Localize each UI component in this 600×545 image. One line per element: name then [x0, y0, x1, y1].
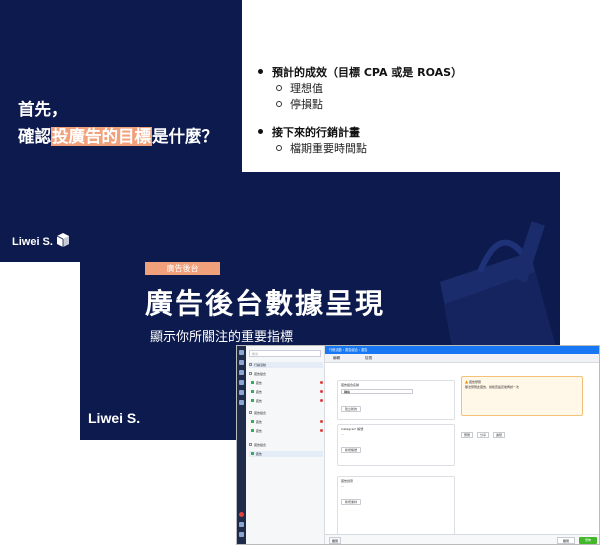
tree-row[interactable]: 行銷活動 [249, 362, 323, 368]
section-tag: 廣告後台 [145, 262, 220, 275]
cube-logo-icon [56, 233, 69, 247]
title-line-2: 確認投廣告的目標是什麼？ [18, 123, 218, 150]
tree-row[interactable]: 廣告組合 [249, 442, 323, 448]
campaign-tree-panel: 搜尋 行銷活動 廣告組合 廣告 廣告 廣告 廣告組合 廣告 廣告 廣告組合 廣告 [246, 346, 325, 544]
tree-search-input[interactable]: 搜尋 [249, 350, 321, 357]
slide-dashboard-subtitle: 顯示你所關注的重要指標 [150, 330, 294, 345]
preview-column: ▲ 廣告預覽 無法預覽此廣告，請檢查設定後再試一次 預覽 分享 進階 [461, 366, 599, 438]
warning-dot-icon [320, 390, 323, 393]
bullet-dot-icon [258, 69, 263, 74]
tree-row[interactable]: 廣告 [249, 389, 323, 395]
circle-bullet-icon [276, 101, 282, 107]
creative-card: 廣告創意 — 新增素材 [337, 476, 455, 540]
list-icon[interactable] [239, 400, 244, 405]
bullet-1: 預計的成效（目標 CPA 或是 ROAS） [258, 64, 462, 80]
menu-icon[interactable] [239, 350, 244, 355]
close-button[interactable]: 關閉 [557, 537, 575, 544]
warning-dot-icon [320, 399, 323, 402]
circle-bullet-icon [276, 85, 282, 91]
tree-row[interactable]: 廣告 [249, 398, 323, 404]
objective-select[interactable]: 轉換 [341, 388, 413, 394]
help-icon[interactable] [239, 532, 244, 537]
instagram-card: Instagram 帳號 — 新增帳號 [337, 424, 455, 466]
left-icon-rail [237, 346, 246, 544]
bottom-left-button[interactable]: 關閉 [329, 537, 341, 544]
home-icon[interactable] [239, 360, 244, 365]
status-dot-icon [250, 429, 254, 432]
ads-manager-screenshot: 搜尋 行銷活動 廣告組合 廣告 廣告 廣告 廣告組合 廣告 廣告 廣告組合 廣告… [236, 345, 600, 545]
preview-warning: ▲ 廣告預覽 無法預覽此廣告，請檢查設定後再試一次 [461, 376, 583, 416]
sub-bullet: 停損點 [276, 96, 323, 112]
sub-bullet: 理想值 [276, 80, 323, 96]
create-new-button[interactable]: 建立新的 [341, 405, 362, 412]
preview-button[interactable]: 預覽 [461, 432, 474, 438]
title-highlight: 投廣告的目標 [51, 127, 152, 146]
title-post: 是什麼？ [152, 127, 218, 146]
megaphone-icon[interactable] [239, 380, 244, 385]
notification-icon[interactable] [239, 512, 244, 517]
tab-edit[interactable]: 編輯 [333, 356, 340, 361]
status-dot-icon [250, 399, 254, 402]
advanced-button[interactable]: 進階 [492, 432, 505, 438]
brand-logo-text: Liwei S. [12, 236, 53, 248]
title-line-1: 首先， [18, 100, 68, 119]
add-account-button[interactable]: 新增帳號 [341, 447, 362, 453]
tree-row[interactable]: 廣告組合 [249, 410, 323, 416]
ads-topbar: 行銷活動 › 廣告組合 › 廣告 [325, 346, 599, 354]
editor-bottom-bar: 關閉 關閉 發佈 [325, 534, 599, 544]
settings-icon[interactable] [239, 522, 244, 527]
sub-bullet: 檔期重要時間點 [276, 140, 367, 156]
preview-controls: 預覽 分享 進階 [461, 432, 599, 438]
tree-row[interactable]: 廣告 [249, 451, 323, 457]
brand-logo-text: Liwei S. [88, 410, 141, 426]
bullet-dot-icon [258, 129, 263, 134]
status-dot-icon [250, 390, 254, 393]
circle-bullet-icon [276, 145, 282, 151]
slide-goal-title: 首先， 確認投廣告的目標是什麼？ [18, 96, 218, 150]
editor-tabbar: 編輯 檢視 [325, 354, 599, 363]
tree-row[interactable]: 廣告 [249, 419, 323, 425]
warning-dot-icon [320, 381, 323, 384]
slide-dashboard-title: 廣告後台數據呈現 [145, 287, 386, 320]
add-media-button[interactable]: 新增素材 [341, 499, 362, 505]
tree-row[interactable]: 廣告組合 [249, 371, 323, 377]
tree-row[interactable]: 廣告 [249, 380, 323, 386]
editor-form-column: 廣告組合名稱 轉換 建立新的 Instagram 帳號 — 新增帳號 廣告創意 … [337, 366, 459, 544]
chart-icon[interactable] [239, 370, 244, 375]
publish-button[interactable]: 發佈 [579, 537, 597, 544]
warning-icon: ▲ [465, 379, 469, 384]
share-button[interactable]: 分享 [476, 432, 489, 438]
warning-dot-icon [320, 429, 323, 432]
grid-icon[interactable] [239, 390, 244, 395]
title-pre: 確認 [18, 127, 51, 146]
status-dot-icon [250, 420, 254, 423]
status-dot-icon [250, 452, 254, 455]
bullet-2: 接下來的行銷計畫 [258, 124, 360, 140]
tree-row[interactable]: 廣告 [249, 428, 323, 434]
warning-dot-icon [320, 420, 323, 423]
status-dot-icon [250, 381, 254, 384]
tab-view[interactable]: 檢視 [365, 356, 372, 361]
adset-card: 廣告組合名稱 轉換 建立新的 [337, 380, 455, 420]
